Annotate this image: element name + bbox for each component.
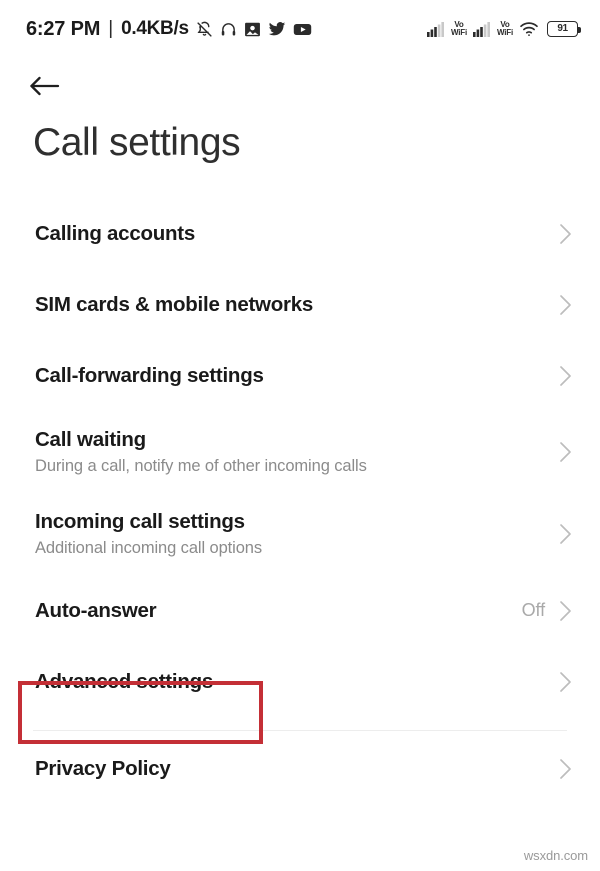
row-right — [558, 758, 572, 780]
list-item-title: Incoming call settings — [35, 510, 245, 534]
list-item-call-waiting[interactable]: Call waiting During a call, notify me of… — [0, 411, 600, 493]
vowifi-label-sim1: Vo WiFi — [450, 20, 467, 37]
list-item-title: Calling accounts — [35, 221, 196, 245]
chevron-right-icon — [558, 523, 572, 545]
row-texts: Auto-answer — [35, 598, 157, 623]
status-clock: 6:27 PM — [26, 17, 101, 40]
list-item-calling-accounts[interactable]: Calling accounts — [0, 198, 600, 269]
watermark: wsxdn.com — [523, 848, 588, 863]
status-bar-right: Vo WiFi Vo WiFi 91 — [426, 20, 581, 38]
chevron-right-icon — [558, 365, 572, 387]
row-texts: Privacy Policy — [35, 757, 171, 781]
youtube-icon — [293, 20, 312, 39]
list-item-subtitle: Additional incoming call options — [35, 538, 263, 557]
chevron-right-icon — [558, 223, 572, 245]
list-item-title: SIM cards & mobile networks — [35, 292, 314, 316]
row-right — [558, 441, 572, 463]
settings-list: Calling accounts SIM cards & mobile netw… — [0, 198, 600, 807]
row-texts: Advanced settings — [35, 670, 213, 694]
network-speed-label: 0.4KB/s — [121, 18, 189, 39]
battery-icon: 91 — [547, 21, 581, 37]
battery-level-label: 91 — [557, 23, 568, 34]
page-title: Call settings — [33, 121, 241, 164]
headphones-icon — [220, 21, 237, 38]
chevron-right-icon — [558, 600, 572, 622]
signal-icon-sim2 — [472, 21, 491, 37]
list-item-incoming-call-settings[interactable]: Incoming call settings Additional incomi… — [0, 493, 600, 575]
list-item-call-forwarding-settings[interactable]: Call-forwarding settings — [0, 340, 600, 411]
list-item-title: Call waiting — [35, 428, 146, 452]
signal-icon-sim1 — [426, 21, 445, 37]
row-texts: Call-forwarding settings — [35, 364, 264, 388]
list-item-title: Auto-answer — [35, 598, 157, 622]
phone-screen: 6:27 PM | 0.4KB/s Vo WiFi Vo WiFi 91 Cal… — [0, 0, 600, 871]
list-item-title: Advanced settings — [35, 669, 214, 693]
chevron-right-icon — [558, 294, 572, 316]
row-right: Off — [522, 600, 572, 622]
back-button[interactable] — [30, 68, 76, 108]
twitter-icon — [268, 20, 286, 38]
row-right — [558, 523, 572, 545]
list-item-title: Privacy Policy — [35, 757, 171, 781]
photos-app-icon — [244, 21, 261, 38]
row-right — [558, 365, 572, 387]
status-bar-left: 6:27 PM | 0.4KB/s — [26, 18, 312, 41]
row-right — [558, 671, 572, 693]
chevron-right-icon — [558, 758, 572, 780]
list-item-advanced-settings[interactable]: Advanced settings — [0, 646, 600, 717]
status-separator: | — [108, 18, 114, 39]
notifications-off-icon — [196, 21, 213, 38]
list-item-subtitle: During a call, notify me of other incomi… — [35, 456, 367, 475]
vowifi-label-sim2: Vo WiFi — [496, 20, 513, 37]
list-item-title: Call-forwarding settings — [35, 363, 264, 387]
auto-answer-value: Off — [521, 600, 545, 620]
list-item-privacy-policy[interactable]: Privacy Policy — [0, 731, 600, 807]
arrow-left-icon — [30, 75, 60, 102]
row-right — [558, 294, 572, 316]
row-texts: SIM cards & mobile networks — [35, 293, 313, 317]
status-bar: 6:27 PM | 0.4KB/s Vo WiFi Vo WiFi 91 — [0, 0, 600, 58]
wifi-icon — [519, 21, 539, 37]
list-item-auto-answer[interactable]: Auto-answer Off — [0, 575, 600, 646]
vowifi-line2: WiFi — [496, 27, 513, 37]
chevron-right-icon — [558, 671, 572, 693]
list-item-sim-cards-mobile-networks[interactable]: SIM cards & mobile networks — [0, 269, 600, 340]
row-right — [558, 223, 572, 245]
row-texts: Incoming call settings Additional incomi… — [35, 510, 262, 558]
chevron-right-icon — [558, 441, 572, 463]
vowifi-line2: WiFi — [450, 27, 467, 37]
row-texts: Call waiting During a call, notify me of… — [35, 428, 367, 476]
row-texts: Calling accounts — [35, 222, 195, 246]
